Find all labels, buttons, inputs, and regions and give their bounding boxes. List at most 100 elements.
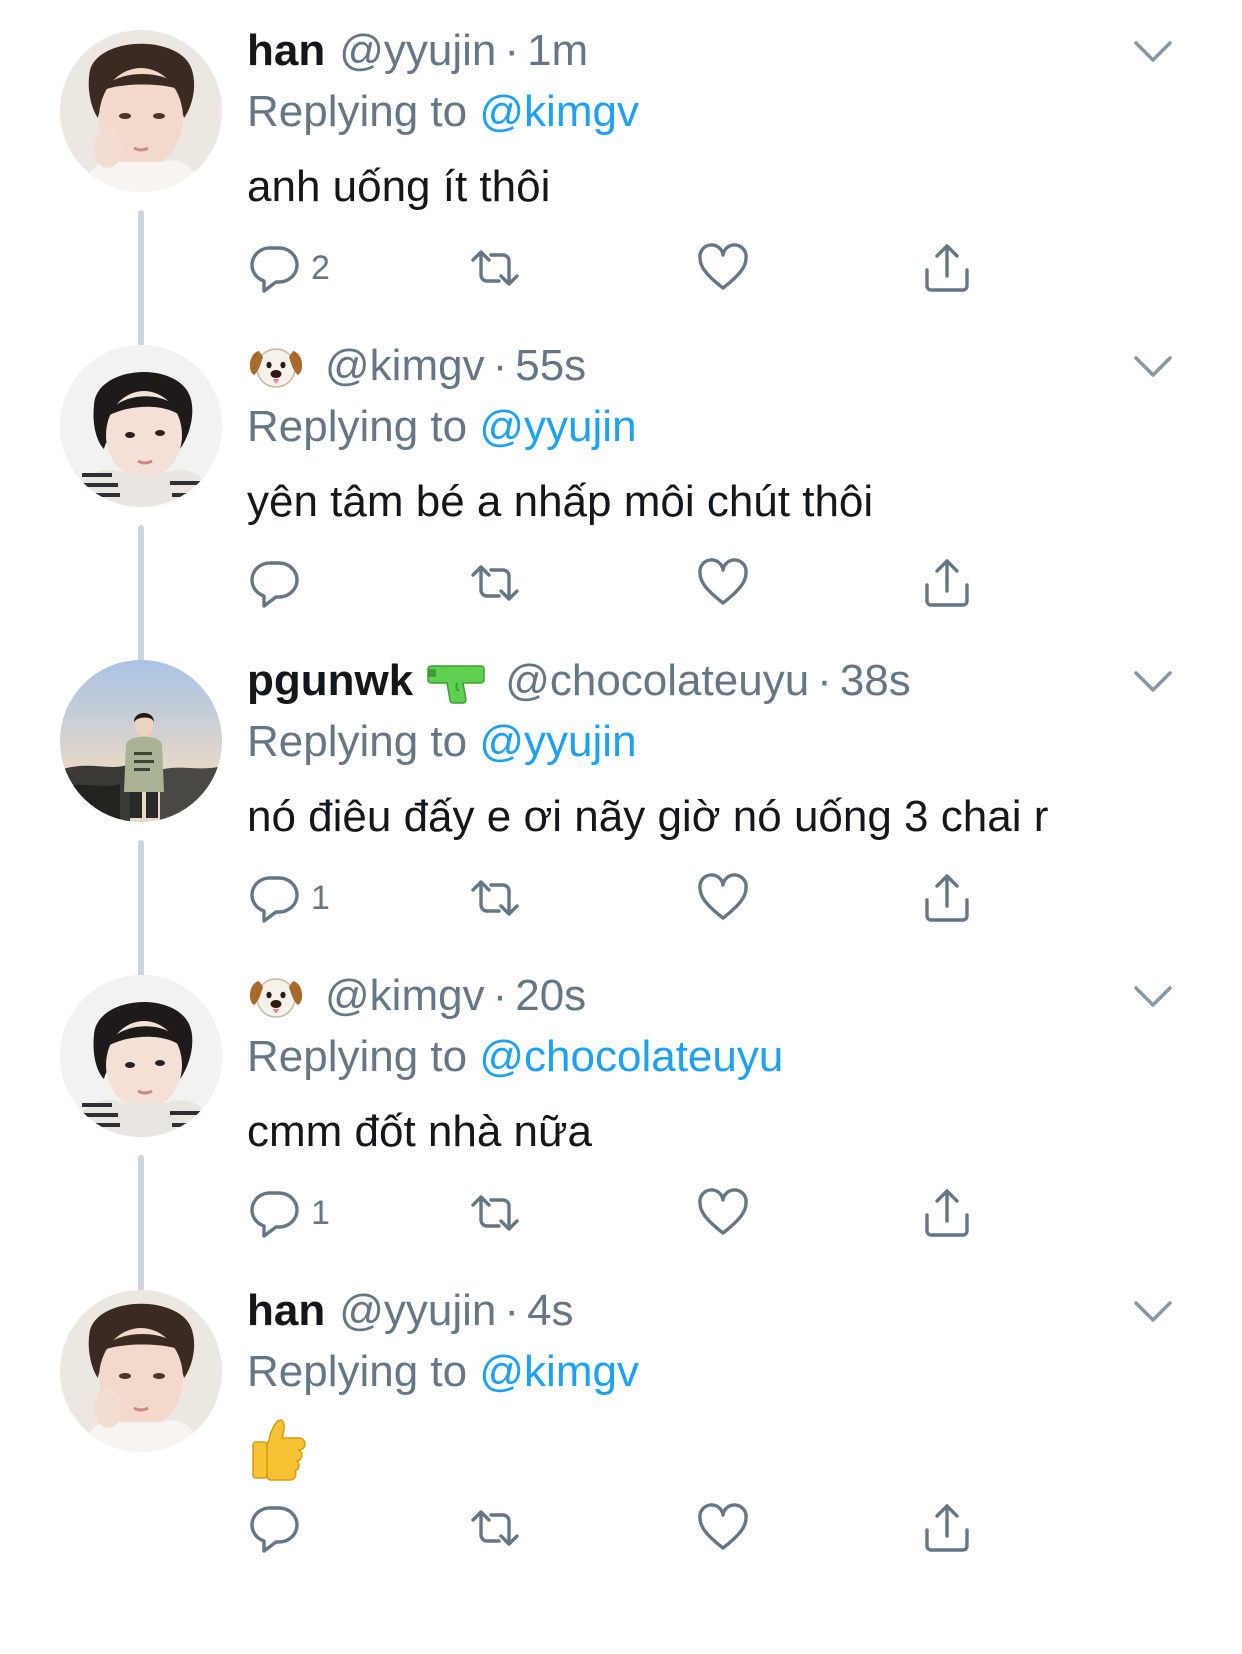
reply-icon [247,1500,303,1556]
tweet[interactable]: han @yyujin · 1m Replying to @kimgv anh uống … [0,0,1242,348]
share-icon [919,555,975,611]
avatar[interactable] [60,30,222,192]
heart-icon [695,555,751,611]
replying-to-label: Replying to [247,717,468,766]
tweet-text: cmm đốt nhà nữa [247,1097,592,1167]
heart-icon [695,1185,751,1241]
mention-link[interactable]: @yyujin [479,402,636,451]
reply-icon [247,240,303,296]
tweet-actions [247,1500,1007,1556]
like-button[interactable] [695,1185,751,1241]
replying-to: Replying to @yyujin [247,397,637,457]
chevron-down-icon[interactable] [1130,664,1176,698]
chevron-down-icon[interactable] [1130,979,1176,1013]
share-icon [919,240,975,296]
reply-button[interactable]: 1 [247,870,330,926]
user-handle[interactable]: @yyujin [339,20,496,82]
heart-icon [695,240,751,296]
mention-link[interactable]: @kimgv [479,1347,639,1396]
tweet-text: yên tâm bé a nhấp môi chút thôi [247,467,873,537]
heart-icon [695,870,751,926]
share-button[interactable] [919,240,975,296]
avatar[interactable] [60,1290,222,1452]
reply-button[interactable]: 1 [247,1185,330,1241]
thumbs-up-emoji [247,1416,309,1482]
tweet-text-content: cmm đốt nhà nữa [247,1107,592,1156]
timestamp[interactable]: 38s [840,650,911,712]
tweet[interactable]: han @yyujin · 4s Replying to @kimgv [0,1260,1242,1590]
reply-button[interactable] [247,1500,303,1556]
share-button[interactable] [919,870,975,926]
avatar[interactable] [60,345,222,507]
reply-icon [247,1185,303,1241]
tweet-actions [247,555,1007,611]
display-name[interactable]: han [247,1280,325,1342]
chevron-down-icon[interactable] [1130,349,1176,383]
reply-button[interactable] [247,555,303,611]
tweet-header: @kimgv · 55s [247,335,586,397]
retweet-icon [467,1500,523,1556]
like-button[interactable] [695,1500,751,1556]
timestamp[interactable]: 1m [527,20,588,82]
retweet-button[interactable] [467,1500,523,1556]
user-handle[interactable]: @chocolateuyu [505,650,809,712]
separator-dot: · [817,656,832,705]
display-name[interactable]: pgunwk [247,650,413,712]
user-handle[interactable]: @yyujin [339,1280,496,1342]
retweet-icon [467,870,523,926]
like-button[interactable] [695,555,751,611]
tweet-actions: 2 [247,240,1007,296]
replying-to: Replying to @kimgv [247,82,639,142]
share-button[interactable] [919,555,975,611]
replying-to-label: Replying to [247,402,468,451]
tweet-header: pgunwk @chocolateuyu · 38s [247,650,911,712]
tweet-header: han @yyujin · 1m [247,20,588,82]
user-handle[interactable]: @kimgv [325,965,485,1027]
retweet-button[interactable] [467,240,523,296]
separator-dot: · [492,341,508,390]
mention-link[interactable]: @chocolateuyu [479,1032,783,1081]
tweet[interactable]: @kimgv · 20s Replying to @chocolateuyu cmm đ… [0,945,1242,1293]
retweet-icon [467,1185,523,1241]
retweet-icon [467,555,523,611]
chevron-down-icon[interactable] [1130,1294,1176,1328]
share-button[interactable] [919,1185,975,1241]
like-button[interactable] [695,240,751,296]
retweet-icon [467,240,523,296]
reply-thread: han @yyujin · 1m Replying to @kimgv anh uống … [0,0,1242,1654]
mention-link[interactable]: @yyujin [479,717,636,766]
share-icon [919,1500,975,1556]
separator-dot: · [492,971,508,1020]
retweet-button[interactable] [467,870,523,926]
tweet-text-content: yên tâm bé a nhấp môi chút thôi [247,477,874,526]
tweet-text: nó điêu đấy e ơi nãy giờ nó uống 3 chai … [247,782,1048,852]
timestamp[interactable]: 20s [515,965,586,1027]
mention-link[interactable]: @kimgv [479,87,639,136]
like-button[interactable] [695,870,751,926]
retweet-button[interactable] [467,1185,523,1241]
replying-to: Replying to @chocolateuyu [247,1027,783,1087]
tweet[interactable]: pgunwk @chocolateuyu · 38s Replying to @yyuj… [0,630,1242,978]
avatar[interactable] [60,975,222,1137]
tweet[interactable]: @kimgv · 55s Replying to @yyujin yên tâm bé … [0,315,1242,663]
heart-icon [695,1500,751,1556]
reply-icon [247,870,303,926]
tweet-header: @kimgv · 20s [247,965,586,1027]
avatar[interactable] [60,660,222,822]
separator-dot: · [504,1286,520,1335]
retweet-button[interactable] [467,555,523,611]
water-pistol-emoji [427,656,485,706]
dog-face-emoji [247,341,305,391]
separator-dot: · [504,26,520,75]
tweet-actions: 1 [247,870,1007,926]
tweet-text-content: anh uống ít thôi [247,162,551,211]
chevron-down-icon[interactable] [1130,34,1176,68]
share-icon [919,870,975,926]
timestamp[interactable]: 55s [515,335,586,397]
share-button[interactable] [919,1500,975,1556]
timestamp[interactable]: 4s [527,1280,573,1342]
reply-button[interactable]: 2 [247,240,330,296]
tweet-text-content: nó điêu đấy e ơi nãy giờ nó uống 3 chai … [247,792,1049,841]
user-handle[interactable]: @kimgv [325,335,485,397]
display-name[interactable]: han [247,20,325,82]
